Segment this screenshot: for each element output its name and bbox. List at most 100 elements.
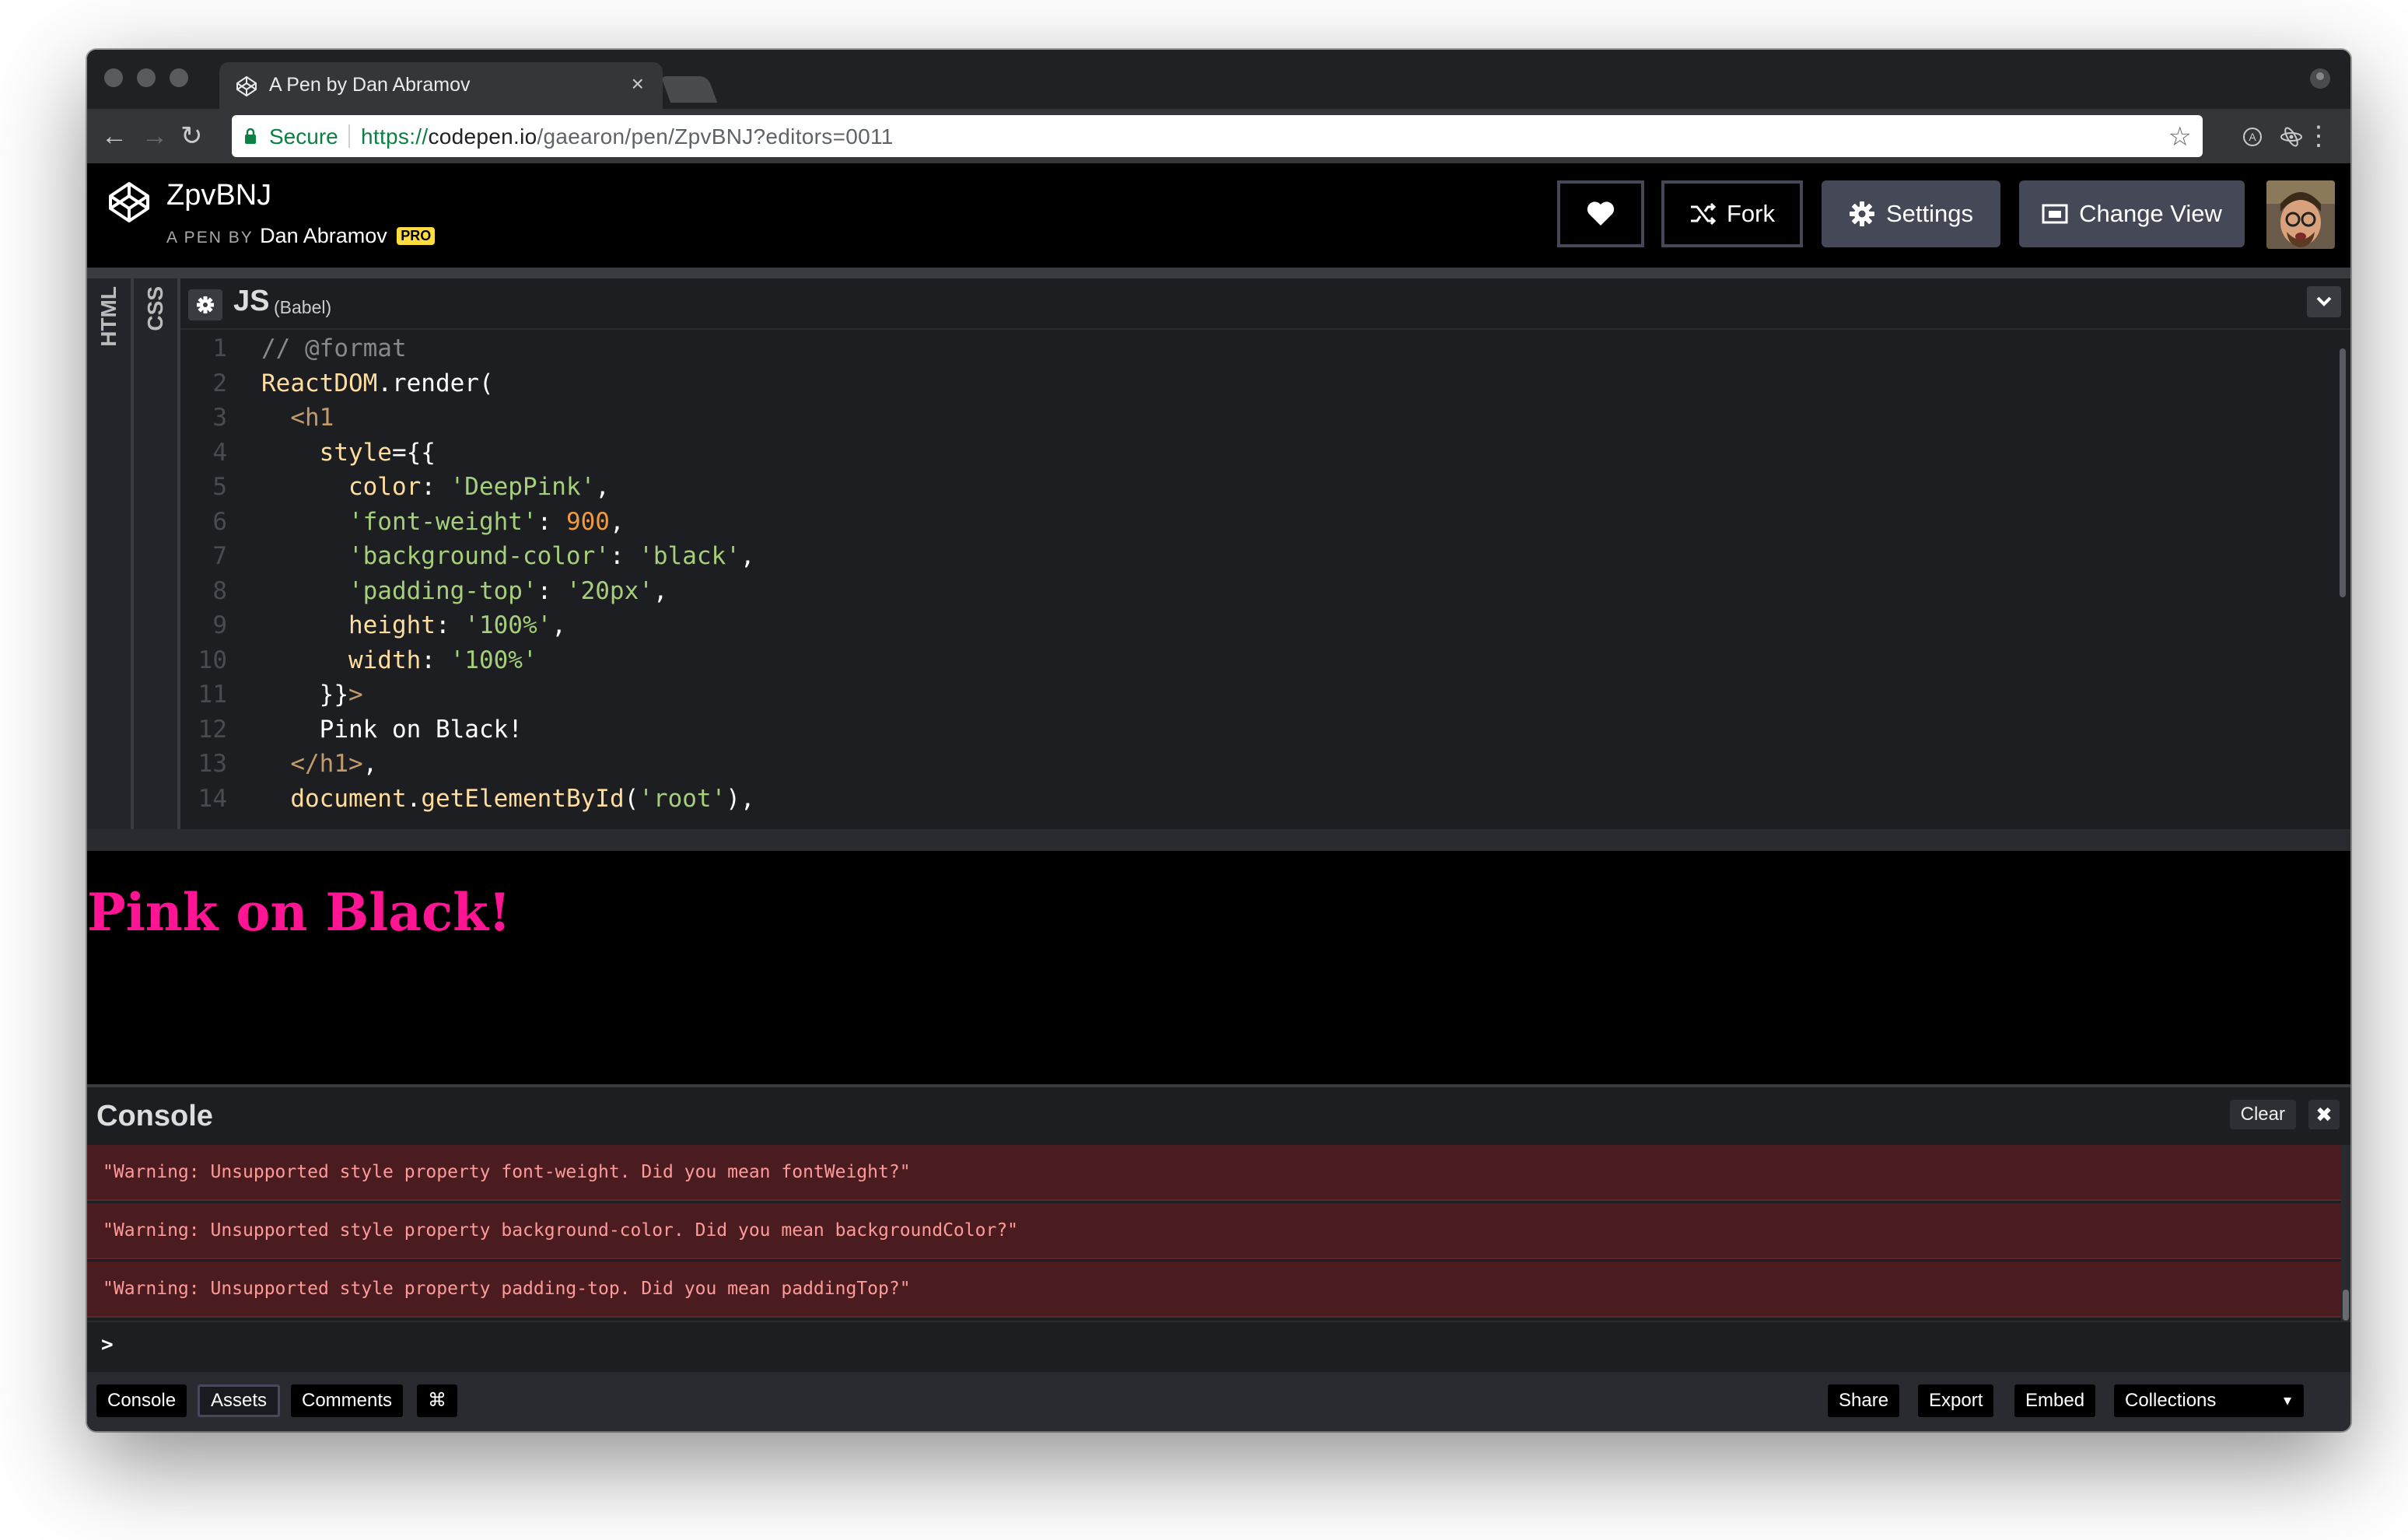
code-token: , <box>362 750 378 778</box>
code-token: style <box>261 438 392 467</box>
line-number: 14 <box>198 784 227 813</box>
code-token: 'padding-top' <box>261 576 537 605</box>
gear-icon <box>197 296 214 313</box>
code-token: }} <box>261 681 348 709</box>
line-number: 4 <box>212 438 227 467</box>
code-token: : <box>537 507 566 536</box>
line-number: 8 <box>212 576 227 605</box>
footer-console-button[interactable]: Console <box>96 1384 187 1417</box>
profile-icon[interactable] <box>2308 67 2332 90</box>
new-tab-button[interactable] <box>660 76 718 103</box>
css-editor-tab[interactable]: CSS <box>134 278 180 829</box>
window-minimize-dot[interactable] <box>137 68 156 87</box>
code-line: Pink on Black! <box>261 716 523 744</box>
code-line: 'font-weight': 900, <box>261 508 625 536</box>
code-token: height <box>261 611 436 639</box>
bookmark-star-icon[interactable]: ☆ <box>2168 121 2192 152</box>
forward-arrow-icon[interactable]: → <box>142 123 168 149</box>
secure-label: Secure <box>269 124 338 149</box>
browser-tab[interactable]: A Pen by Dan Abramov × <box>219 62 663 109</box>
html-editor-tab[interactable]: HTML <box>87 278 134 829</box>
js-settings-button[interactable] <box>188 289 222 320</box>
embed-button[interactable]: Embed <box>2014 1384 2096 1417</box>
code-line: }}> <box>261 681 363 709</box>
code-token: ReactDOM <box>261 369 378 397</box>
footer-comments-button[interactable]: Comments <box>291 1384 404 1417</box>
fork-button[interactable]: Fork <box>1661 180 1803 247</box>
user-avatar[interactable] <box>2266 180 2335 249</box>
result-preview: Pink on Black! <box>87 851 2350 1084</box>
change-view-button[interactable]: Change View <box>2019 180 2245 247</box>
code-token: .render( <box>377 369 494 397</box>
code-line: width: '100%' <box>261 646 537 674</box>
code-area[interactable]: 1 2 3 4 5 6 7 8 9 10 11 12 13 14// @format ReactDOM.re… <box>180 330 2350 829</box>
editor-scrollbar[interactable] <box>2340 348 2346 597</box>
code-token: : <box>609 542 639 570</box>
collections-label: Collections <box>2125 1390 2217 1411</box>
reload-icon[interactable]: ↻ <box>180 123 203 149</box>
extension-a-icon[interactable]: A <box>2240 124 2265 149</box>
line-number: 12 <box>198 715 227 744</box>
code-line: </h1>, <box>261 750 377 778</box>
console-scroll-thumb[interactable] <box>2343 1290 2349 1321</box>
extension-react-icon[interactable] <box>2279 124 2304 149</box>
console-clear-button[interactable]: Clear <box>2229 1100 2296 1129</box>
heart-button[interactable] <box>1557 180 1644 247</box>
code-token: 'root' <box>639 784 726 813</box>
editor-top-border <box>87 268 2350 278</box>
js-editor-header: JS (Babel) <box>180 278 2350 330</box>
line-number: 11 <box>198 681 227 709</box>
line-number: 10 <box>198 646 227 674</box>
code-token: ={{ <box>391 438 436 467</box>
lock-icon <box>245 128 256 144</box>
address-bar[interactable]: Secure https://codepen.io/gaearon/pen/Zp… <box>232 115 2203 157</box>
console-panel: Console Clear ✖ "Warning: Unsupported st… <box>87 1084 2350 1375</box>
preprocessor-label: (Babel) <box>274 297 332 317</box>
codepen-header: ZpvBNJ A PEN BY Dan Abramov PRO Fork Set… <box>87 163 2350 268</box>
browser-menu-icon[interactable]: ⋮ <box>2305 123 2332 149</box>
codepen-logo-icon[interactable] <box>107 180 151 224</box>
code-token: : <box>435 611 465 639</box>
collapsed-editor-tabs: HTML CSS <box>87 278 180 829</box>
change-view-label: Change View <box>2079 200 2222 227</box>
export-button[interactable]: Export <box>1918 1384 1994 1417</box>
settings-button[interactable]: Settings <box>1822 180 2000 247</box>
url-text[interactable]: https://codepen.io/gaearon/pen/ZpvBNJ?ed… <box>361 124 894 149</box>
code-token: '20px' <box>565 576 653 605</box>
author-link[interactable]: Dan Abramov <box>260 224 387 247</box>
heart-icon <box>1587 201 1615 226</box>
code-token: '100%' <box>450 646 537 674</box>
code-token: document <box>261 784 407 813</box>
code-token: , <box>653 576 668 605</box>
code-token: color <box>261 473 422 501</box>
tab-title: A Pen by Dan Abramov <box>269 74 471 96</box>
preview-resize-bar[interactable] <box>87 829 2350 851</box>
code-token: , <box>551 611 566 639</box>
console-scrollbar[interactable] <box>2341 1145 2350 1321</box>
console-title: Console <box>96 1100 213 1132</box>
console-input[interactable]: > <box>87 1321 2350 1374</box>
code-token: getElementById <box>421 784 625 813</box>
code-token: 'DeepPink' <box>450 473 596 501</box>
window-zoom-dot[interactable] <box>170 68 188 87</box>
css-tab-label: CSS <box>143 286 167 331</box>
code-token: // @format <box>261 334 407 362</box>
collections-dropdown[interactable]: Collections ▾ <box>2114 1384 2304 1417</box>
code-line: 'padding-top': '20px', <box>261 577 668 605</box>
footer-assets-button[interactable]: Assets <box>198 1384 281 1417</box>
console-close-icon[interactable]: ✖ <box>2308 1100 2340 1129</box>
editor-collapse-button[interactable] <box>2307 286 2341 317</box>
code-token: : <box>421 646 450 674</box>
code-token: ), <box>726 784 755 813</box>
url-scheme: https:// <box>361 124 429 149</box>
by-label: A PEN BY <box>166 229 254 247</box>
chevron-down-icon: ▾ <box>2283 1392 2291 1409</box>
settings-label: Settings <box>1885 200 1973 227</box>
tab-close-icon[interactable]: × <box>632 72 644 96</box>
keyboard-shortcuts-button[interactable]: ⌘ <box>417 1384 457 1417</box>
share-button[interactable]: Share <box>1828 1384 1900 1417</box>
window-close-dot[interactable] <box>104 68 123 87</box>
back-arrow-icon[interactable]: ← <box>101 123 128 149</box>
pen-title[interactable]: ZpvBNJ <box>166 179 271 212</box>
html-tab-label: HTML <box>96 286 121 347</box>
